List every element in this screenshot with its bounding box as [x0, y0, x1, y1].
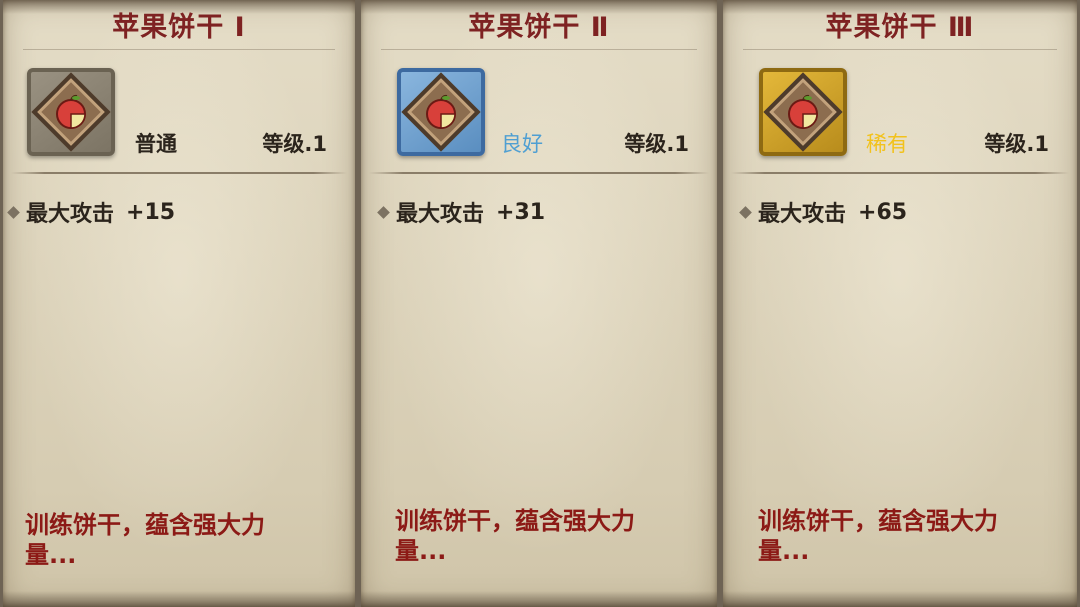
item-icon-frame: [397, 68, 485, 156]
item-card-list: 苹果饼干 Ⅰ 普通 等级.1 最大攻击 +15 训练饼干，蕴含强大力量... 苹…: [0, 0, 1080, 607]
apple-cookie-icon: [788, 94, 818, 129]
divider: [11, 172, 347, 174]
item-card[interactable]: 苹果饼干 Ⅱ 良好 等级.1 最大攻击 +31 训练饼干，蕴含强大力量...: [358, 0, 720, 607]
item-description: 训练饼干，蕴含强大力量...: [25, 511, 265, 569]
item-card[interactable]: 苹果饼干 Ⅰ 普通 等级.1 最大攻击 +15 训练饼干，蕴含强大力量...: [0, 0, 358, 607]
item-quality: 良好: [501, 132, 543, 156]
stat-value: +15: [126, 199, 176, 225]
item-level: 等级.1: [984, 132, 1049, 156]
item-level: 等级.1: [624, 132, 689, 156]
stat-label: 最大攻击: [758, 202, 847, 227]
item-icon-frame: [27, 68, 115, 156]
item-quality: 稀有: [866, 132, 908, 156]
stat-value: +65: [858, 199, 908, 225]
stat-value: +31: [496, 199, 546, 225]
diamond-bullet-icon: [377, 205, 390, 219]
stat-row: 最大攻击 +15: [7, 196, 176, 228]
item-title: 苹果饼干 Ⅲ: [743, 6, 1057, 50]
item-card[interactable]: 苹果饼干 Ⅲ 稀有 等级.1 最大攻击 +65 训练饼干，蕴含强大力量...: [720, 0, 1080, 607]
item-icon-frame: [759, 68, 847, 156]
apple-cookie-icon: [426, 94, 456, 129]
apple-cookie-icon: [56, 94, 86, 129]
item-title: 苹果饼干 Ⅰ: [23, 6, 335, 50]
item-description: 训练饼干，蕴含强大力量...: [395, 507, 635, 565]
item-level: 等级.1: [262, 132, 327, 156]
divider: [731, 172, 1069, 174]
diamond-bullet-icon: [7, 205, 20, 219]
stat-row: 最大攻击 +31: [377, 196, 546, 228]
item-quality: 普通: [135, 132, 177, 156]
divider: [369, 172, 709, 174]
item-title: 苹果饼干 Ⅱ: [381, 6, 697, 50]
stat-row: 最大攻击 +65: [739, 196, 908, 228]
stat-label: 最大攻击: [26, 202, 115, 227]
diamond-bullet-icon: [739, 205, 752, 219]
stat-label: 最大攻击: [396, 202, 485, 227]
item-description: 训练饼干，蕴含强大力量...: [758, 507, 998, 565]
